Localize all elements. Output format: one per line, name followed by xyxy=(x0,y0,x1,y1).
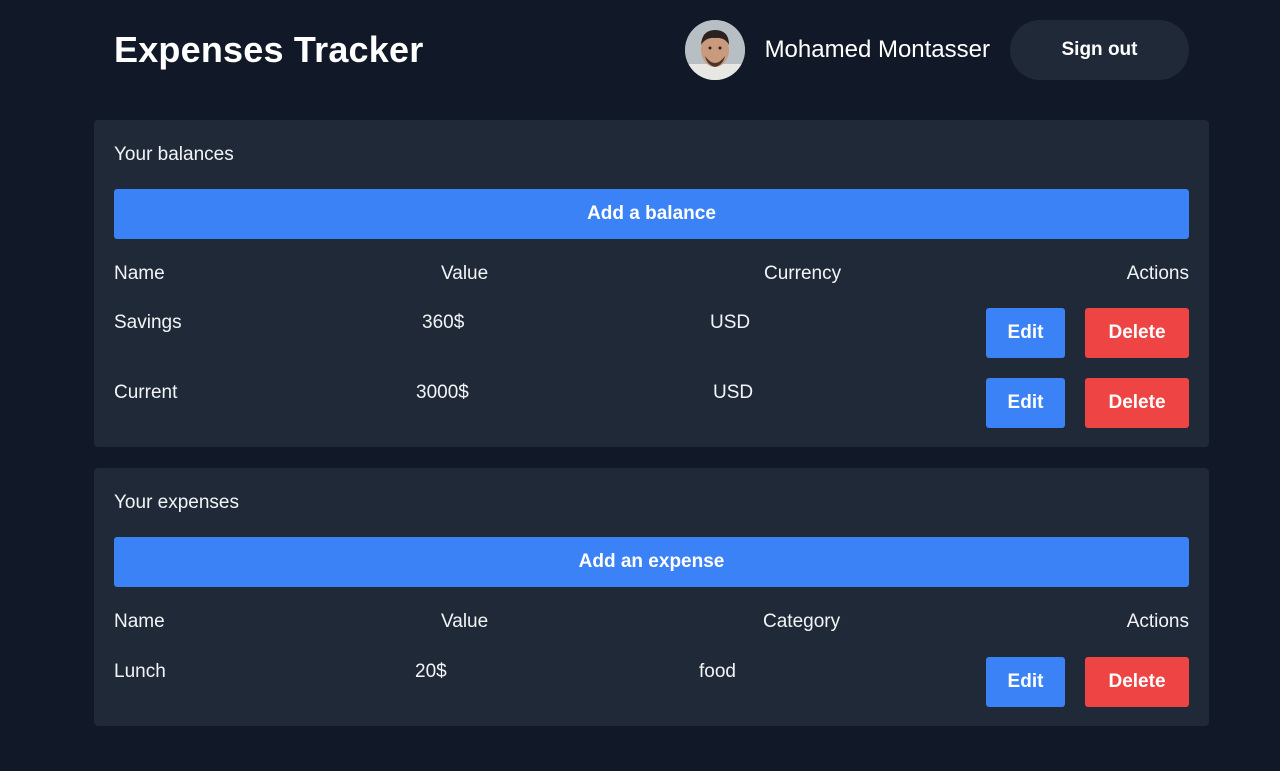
column-header-actions: Actions xyxy=(1126,611,1189,632)
edit-button[interactable]: Edit xyxy=(986,378,1065,428)
table-row: Current 3000$ USD Edit Delete xyxy=(114,378,1189,428)
delete-button[interactable]: Delete xyxy=(1085,308,1189,358)
expenses-table-header: Name Value Category Actions xyxy=(114,611,1189,635)
delete-button[interactable]: Delete xyxy=(1085,378,1189,428)
expense-category: food xyxy=(699,661,736,682)
app-header: Expenses Tracker Mohamed Montasser Sign … xyxy=(114,20,1189,80)
expense-value: 20$ xyxy=(415,661,447,682)
column-header-currency: Currency xyxy=(764,263,842,284)
balance-currency: USD xyxy=(713,382,754,403)
column-header-name: Name xyxy=(114,611,165,632)
delete-button[interactable]: Delete xyxy=(1085,657,1189,707)
edit-button[interactable]: Edit xyxy=(986,657,1065,707)
balances-table-header: Name Value Currency Actions xyxy=(114,263,1189,287)
expense-name: Lunch xyxy=(114,661,166,682)
column-header-category: Category xyxy=(763,611,841,632)
edit-button[interactable]: Edit xyxy=(986,308,1065,358)
column-header-name: Name xyxy=(114,263,165,284)
expenses-card: Your expenses Add an expense Name Value … xyxy=(94,468,1209,726)
balance-currency: USD xyxy=(710,312,751,333)
user-name: Mohamed Montasser xyxy=(764,36,990,63)
table-row: Savings 360$ USD Edit Delete xyxy=(114,308,1189,358)
app-title: Expenses Tracker xyxy=(114,29,424,70)
add-expense-button[interactable]: Add an expense xyxy=(114,537,1189,587)
column-header-value: Value xyxy=(441,263,489,284)
balances-card: Your balances Add a balance Name Value C… xyxy=(94,120,1209,447)
balance-value: 3000$ xyxy=(416,382,469,403)
balance-value: 360$ xyxy=(422,312,465,333)
column-header-value: Value xyxy=(441,611,489,632)
avatar xyxy=(684,20,745,80)
table-row: Lunch 20$ food Edit Delete xyxy=(114,657,1189,707)
add-balance-button[interactable]: Add a balance xyxy=(114,189,1189,239)
expenses-title: Your expenses xyxy=(114,492,240,513)
balance-name: Current xyxy=(114,382,178,403)
balance-name: Savings xyxy=(114,312,182,333)
sign-out-button[interactable]: Sign out xyxy=(1010,20,1189,80)
column-header-actions: Actions xyxy=(1126,263,1189,284)
balances-title: Your balances xyxy=(114,144,234,165)
user-area: Mohamed Montasser Sign out xyxy=(684,20,1189,80)
avatar-photo-icon xyxy=(684,20,745,80)
